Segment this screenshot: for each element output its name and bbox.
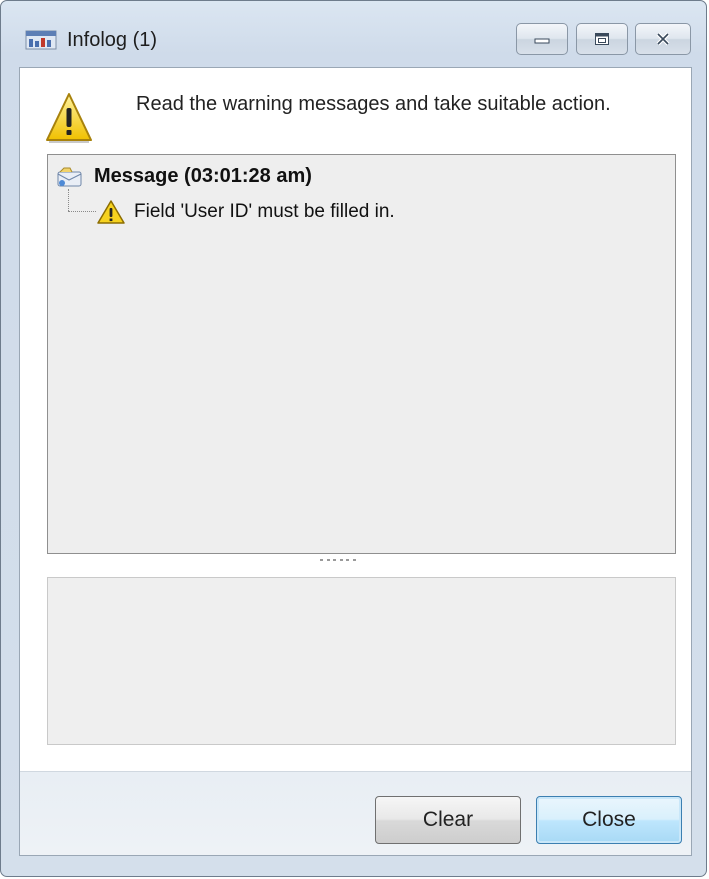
close-icon <box>656 32 670 46</box>
title-bar[interactable]: Infolog (1) <box>1 1 706 63</box>
window-close-button[interactable] <box>635 23 691 55</box>
dialog-content: Read the warning messages and take suita… <box>19 67 692 856</box>
minimize-icon <box>534 38 550 44</box>
message-folder-icon <box>57 167 82 186</box>
tree-node-message[interactable]: Message (03:01:28 am) <box>56 165 312 188</box>
message-detail-pane <box>47 577 676 745</box>
warning-icon <box>97 200 125 224</box>
maximize-icon <box>595 33 609 45</box>
clear-button[interactable]: Clear <box>375 796 521 844</box>
instruction-text: Read the warning messages and take suita… <box>136 93 611 115</box>
tree-root-label: Message (03:01:28 am) <box>94 165 312 187</box>
infolog-window: Infolog (1) Read the warning messages an… <box>0 0 707 877</box>
minimize-button[interactable] <box>516 23 568 55</box>
panel-splitter[interactable] <box>320 559 356 563</box>
tree-connector <box>68 211 96 212</box>
warning-icon <box>46 93 92 143</box>
infolog-app-icon <box>25 30 57 50</box>
warning-message-label: Field 'User ID' must be filled in. <box>134 201 395 222</box>
message-tree[interactable]: Message (03:01:28 am) Field 'User ID' mu… <box>47 154 676 554</box>
window-title: Infolog (1) <box>67 29 158 51</box>
tree-connector <box>68 189 69 211</box>
button-bar: Clear Close <box>20 771 691 855</box>
close-button[interactable]: Close <box>536 796 682 844</box>
tree-node-warning[interactable]: Field 'User ID' must be filled in. <box>96 199 395 225</box>
maximize-button[interactable] <box>576 23 628 55</box>
